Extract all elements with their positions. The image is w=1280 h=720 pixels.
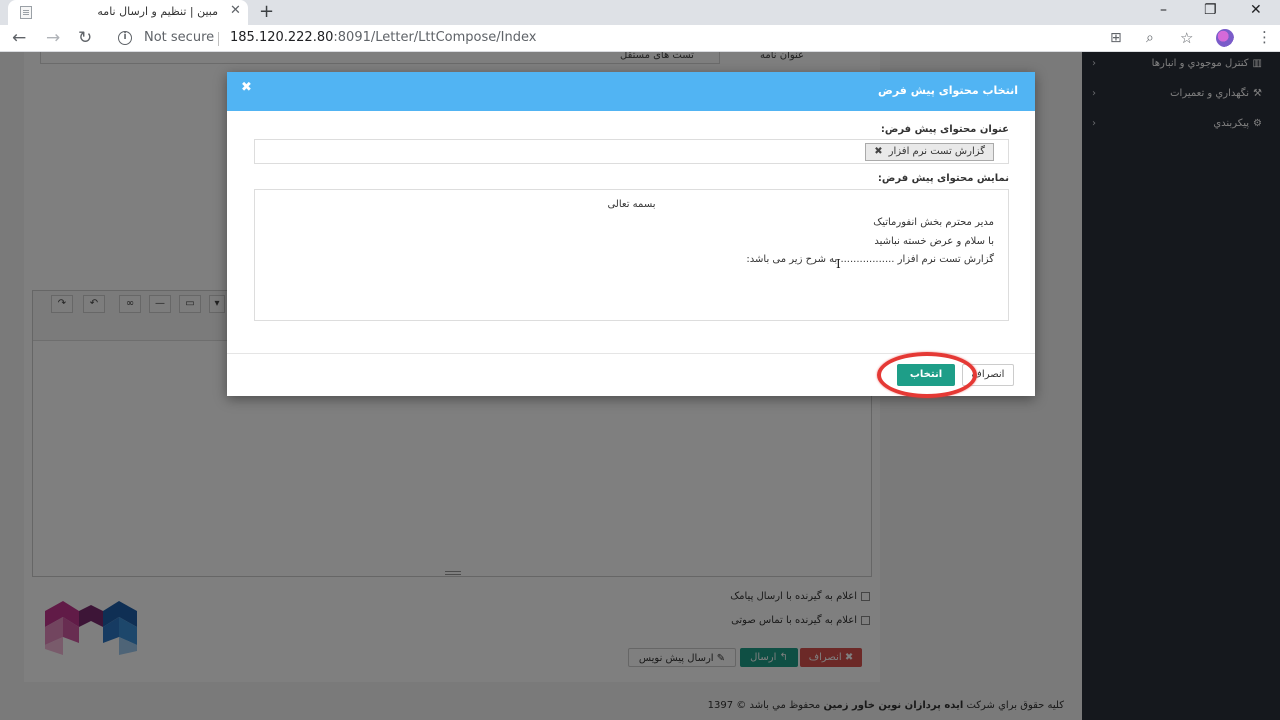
restore-button[interactable]: ❐ [1204, 2, 1217, 18]
remove-tag-icon[interactable]: ✖ [874, 144, 882, 160]
default-content-modal: انتخاب محتوای پیش فرض ✖ عنوان محتوای پیش… [227, 72, 1035, 396]
selected-tag: گزارش تست نرم افزار ✖ [865, 143, 994, 161]
extension-icon[interactable] [1216, 29, 1234, 47]
browser-toolbar: ← → ↻ i Not secure 185.120.222.80:8091/L… [0, 25, 1280, 52]
preview-line: با سلام و عرض خسته نباشید [874, 236, 994, 247]
text-cursor-icon: I [836, 257, 841, 271]
browser-tab[interactable]: مبین | تنظیم و ارسال نامه ✕ [8, 0, 248, 25]
preview-line: بسمه تعالی [607, 199, 656, 210]
forward-arrow-icon[interactable]: → [46, 28, 60, 48]
close-window-button[interactable]: ✕ [1250, 2, 1262, 18]
modal-title: انتخاب محتوای پیش فرض [878, 84, 1018, 97]
document-icon [20, 6, 32, 19]
translate-icon[interactable]: ⊞ [1110, 30, 1122, 46]
url-host: 185.120.222.80 [230, 30, 334, 45]
not-secure-label[interactable]: Not secure [144, 30, 214, 45]
content-preview-label: نمایش محتوای پیش فرض: [877, 173, 1009, 184]
url-path: :8091/Letter/LttCompose/Index [333, 30, 537, 45]
modal-header: انتخاب محتوای پیش فرض ✖ [227, 72, 1035, 111]
minimize-button[interactable]: – [1160, 2, 1167, 18]
content-title-label: عنوان محتوای پیش فرض: [880, 124, 1009, 135]
close-icon[interactable]: ✖ [241, 80, 252, 95]
new-tab-button[interactable]: + [259, 1, 274, 22]
browser-tab-bar: مبین | تنظیم و ارسال نامه ✕ + – ❐ ✕ [0, 0, 1280, 25]
tab-title: مبین | تنظیم و ارسال نامه [97, 5, 218, 18]
info-icon[interactable]: i [118, 31, 132, 45]
preview-line: گزارش تست نرم افزار ................. به… [746, 254, 994, 265]
highlight-circle [877, 352, 977, 398]
preview-line: مدیر محترم بخش انفورماتیک [873, 217, 994, 228]
menu-dots-icon[interactable]: ⋮ [1257, 28, 1272, 46]
url-separator [218, 32, 219, 46]
star-icon[interactable]: ☆ [1180, 29, 1193, 47]
content-preview[interactable]: بسمه تعالی مدیر محترم بخش انفورماتیک با … [254, 189, 1009, 321]
content-title-select[interactable]: گزارش تست نرم افزار ✖ [254, 139, 1009, 164]
reload-icon[interactable]: ↻ [78, 28, 92, 48]
zoom-icon[interactable]: ⌕ [1146, 30, 1154, 46]
back-arrow-icon[interactable]: ← [12, 28, 26, 48]
address-bar[interactable]: 185.120.222.80:8091/Letter/LttCompose/In… [230, 30, 536, 45]
selected-tag-label: گزارش تست نرم افزار [888, 146, 985, 157]
tab-close-icon[interactable]: ✕ [230, 3, 241, 18]
